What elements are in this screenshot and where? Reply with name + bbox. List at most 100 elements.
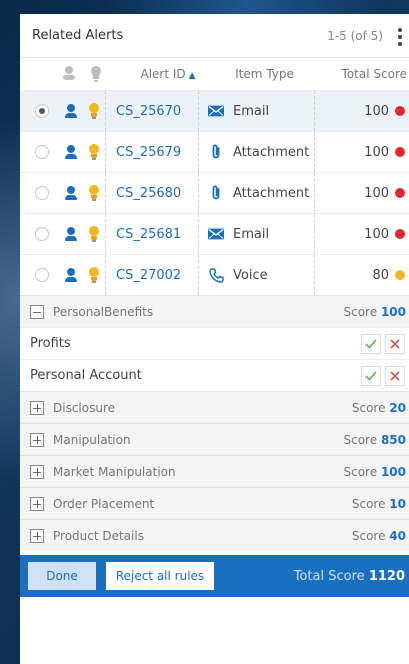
alert-select-radio[interactable] <box>35 186 49 200</box>
item-type-label: Attachment <box>233 185 310 201</box>
item-type-cell: Attachment <box>199 173 315 213</box>
envelope-icon <box>208 228 224 240</box>
user-icon <box>64 227 78 241</box>
score-value: 100 <box>364 103 389 119</box>
user-icon <box>64 104 78 118</box>
panel-header: Related Alerts 1-5 (of 5) <box>20 14 409 58</box>
alert-id-link[interactable]: CS_25681 <box>105 214 199 254</box>
paperclip-icon <box>208 185 224 201</box>
total-score-cell: 100 <box>315 145 409 160</box>
total-score-value: 1120 <box>368 568 405 584</box>
score-value: 100 <box>364 144 389 160</box>
expand-icon[interactable] <box>30 464 44 479</box>
paperclip-icon <box>208 144 224 160</box>
alert-select-radio[interactable] <box>35 145 49 159</box>
reject-x-icon[interactable] <box>385 334 405 354</box>
rule-actions <box>361 366 405 386</box>
rule-group-score: Score 20 <box>351 400 406 415</box>
item-type-cell: Voice <box>199 255 315 295</box>
rule-group-score: Score 100 <box>343 304 407 319</box>
expand-icon[interactable] <box>30 432 44 447</box>
alert-select-radio[interactable] <box>35 104 49 118</box>
rule-group-score-value: 20 <box>389 400 406 415</box>
total-score-cell: 100 <box>315 186 409 201</box>
total-score-cell: 100 <box>315 227 409 242</box>
panel-title: Related Alerts <box>32 28 124 43</box>
alert-id-link[interactable]: CS_25680 <box>105 173 199 213</box>
rule-group-name: PersonalBenefits <box>53 304 154 319</box>
status-dot-icon <box>395 106 405 116</box>
rule-group-name: Disclosure <box>53 400 116 415</box>
rule-group-score: Score 100 <box>343 464 407 479</box>
alert-id-link[interactable]: CS_25679 <box>105 132 199 172</box>
rule-group-score: Score 40 <box>351 528 406 543</box>
score-value: 80 <box>372 267 389 283</box>
lightbulb-icon <box>87 185 101 201</box>
rule-group-score-value: 850 <box>380 432 406 447</box>
alert-list: CS_25670 Email 100 CS_25679 Attachment 100 CS_… <box>20 90 409 295</box>
done-button[interactable]: Done <box>28 562 96 590</box>
expand-icon[interactable] <box>30 528 44 543</box>
rule-group-score-value: 100 <box>380 464 406 479</box>
score-value: 100 <box>364 226 389 242</box>
alert-row[interactable]: CS_25680 Attachment 100 <box>20 172 409 213</box>
alert-id-column-header[interactable]: Alert ID ▲ <box>118 67 212 81</box>
reject-x-icon[interactable] <box>385 366 405 386</box>
alert-id-link[interactable]: CS_27002 <box>105 255 199 295</box>
alert-select-radio[interactable] <box>35 227 49 241</box>
pagination-count: 1-5 (of 5) <box>327 28 383 43</box>
alert-row[interactable]: CS_25670 Email 100 <box>20 90 409 131</box>
alert-id-link[interactable]: CS_25670 <box>105 91 199 131</box>
icon-column-header <box>20 66 118 82</box>
rule-group-header[interactable]: Manipulation Score 850 <box>20 423 409 455</box>
accept-checkmark-icon[interactable] <box>361 366 381 386</box>
rule-name: Profits <box>30 336 71 351</box>
rule-group-name: Order Placement <box>53 496 155 511</box>
rule-group-header[interactable]: Product Details Score 40 <box>20 519 409 551</box>
rule-group-score-value: 100 <box>380 304 406 319</box>
item-type-label: Email <box>233 103 270 119</box>
footer-bar: Done Reject all rules Total Score 1120 <box>20 555 409 597</box>
total-score-cell: 80 <box>315 268 409 283</box>
total-score-cell: 100 <box>315 104 409 119</box>
item-type-cell: Email <box>199 91 315 131</box>
rule-group-name: Product Details <box>53 528 144 543</box>
user-icon <box>64 268 78 282</box>
item-type-label: Attachment <box>233 144 310 160</box>
reject-all-rules-button[interactable]: Reject all rules <box>106 562 214 590</box>
sort-ascending-icon: ▲ <box>188 71 196 81</box>
alert-row[interactable]: CS_27002 Voice 80 <box>20 254 409 295</box>
total-score: Total Score 1120 <box>293 568 405 584</box>
item-type-column-header[interactable]: Item Type <box>212 67 317 81</box>
expand-icon[interactable] <box>30 496 44 511</box>
user-icon <box>64 145 78 159</box>
lightbulb-icon <box>91 66 101 82</box>
related-alerts-panel: Related Alerts 1-5 (of 5) Alert ID ▲ Item… <box>20 14 409 664</box>
rule-group-header[interactable]: Market Manipulation Score 100 <box>20 455 409 487</box>
alert-row[interactable]: CS_25679 Attachment 100 <box>20 131 409 172</box>
item-type-label: Email <box>233 226 270 242</box>
rule-group-name: Market Manipulation <box>53 464 176 479</box>
envelope-icon <box>208 105 224 117</box>
rule-group-header[interactable]: PersonalBenefits Score 100 <box>20 295 409 327</box>
alert-select-radio[interactable] <box>35 268 49 282</box>
alert-row[interactable]: CS_25681 Email 100 <box>20 213 409 254</box>
accept-checkmark-icon[interactable] <box>361 334 381 354</box>
item-type-label: Voice <box>233 267 268 283</box>
expand-icon[interactable] <box>30 400 44 415</box>
rule-group-header[interactable]: Disclosure Score 20 <box>20 391 409 423</box>
total-score-column-header[interactable]: Total Score <box>317 67 409 81</box>
lightbulb-icon <box>87 267 101 283</box>
rule-group-name: Manipulation <box>53 432 131 447</box>
lightbulb-icon <box>87 226 101 242</box>
more-options-icon[interactable] <box>397 28 403 46</box>
rule-group-score: Score 850 <box>343 432 407 447</box>
rule-group-score-value: 40 <box>389 528 406 543</box>
status-dot-icon <box>395 229 405 239</box>
rule-row: Profits <box>20 327 409 359</box>
rule-group-header[interactable]: Order Placement Score 10 <box>20 487 409 519</box>
collapse-icon[interactable] <box>30 304 44 319</box>
status-dot-icon <box>395 188 405 198</box>
lightbulb-icon <box>87 144 101 160</box>
column-header-row: Alert ID ▲ Item Type Total Score <box>20 58 409 90</box>
